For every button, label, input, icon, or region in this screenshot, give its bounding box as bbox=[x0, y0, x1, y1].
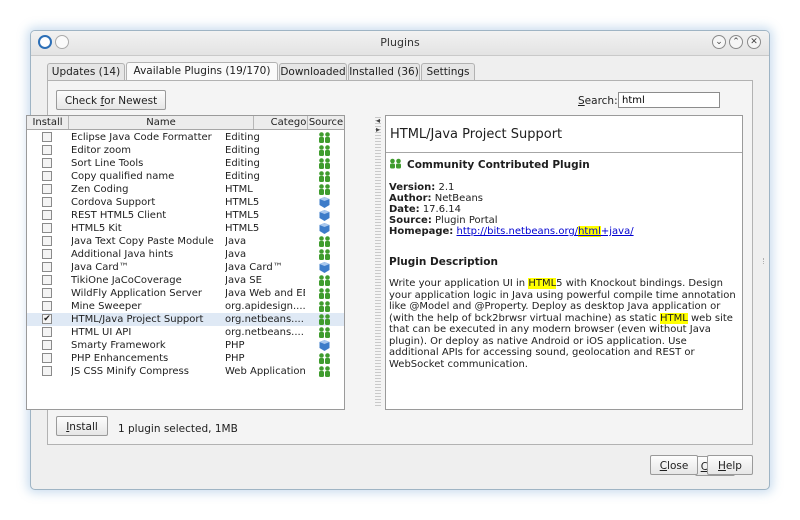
detail-date: Date: 17.6.14 bbox=[389, 204, 461, 215]
title-bar[interactable]: Plugins ⌄ ⌃ ✕ bbox=[31, 31, 769, 56]
description-heading: Plugin Description bbox=[389, 256, 498, 268]
maximize-icon[interactable]: ⌃ bbox=[729, 35, 743, 49]
column-header-source-cell: Source bbox=[307, 116, 344, 129]
detail-source: Source: Plugin Portal bbox=[389, 215, 498, 226]
tab-downloaded[interactable]: Downloaded bbox=[279, 63, 347, 80]
detail-title: HTML/Java Project Support bbox=[390, 127, 563, 142]
tab-available-plugins[interactable]: Available Plugins (19/170) bbox=[126, 62, 278, 81]
detail-homepage: Homepage: http://bits.netbeans.org/html+… bbox=[389, 226, 634, 237]
table-overlay: Source bbox=[26, 115, 345, 410]
tab-updates[interactable]: Updates (14) bbox=[47, 63, 125, 80]
check-for-newest-button[interactable]: Check for Newest bbox=[56, 90, 166, 110]
detail-version: Version: 2.1 bbox=[389, 182, 455, 193]
install-button[interactable]: Install bbox=[56, 416, 108, 436]
search-label: Search: bbox=[578, 95, 618, 107]
detail-badge: Community Contributed Plugin bbox=[389, 158, 590, 171]
split-pane-divider[interactable] bbox=[375, 115, 381, 408]
detail-header: HTML/Java Project Support bbox=[386, 116, 742, 153]
expand-right-icon[interactable]: ▸ bbox=[376, 126, 380, 134]
homepage-link[interactable]: http://bits.netbeans.org/html+java/ bbox=[456, 226, 634, 237]
help-button[interactable]: Help bbox=[707, 455, 753, 475]
collapse-left-icon[interactable]: ◂ bbox=[376, 117, 380, 125]
tab-installed[interactable]: Installed (36) bbox=[348, 63, 420, 80]
install-status: 1 plugin selected, 1MB bbox=[118, 423, 238, 435]
close-dialog-button[interactable]: Close bbox=[650, 455, 698, 475]
resize-grip[interactable] bbox=[763, 258, 767, 264]
community-plugin-icon bbox=[390, 158, 401, 169]
minimize-icon[interactable]: ⌄ bbox=[712, 35, 726, 49]
search-input[interactable] bbox=[618, 92, 720, 108]
plugin-detail-panel: HTML/Java Project Support Community Cont… bbox=[385, 115, 743, 410]
tab-settings[interactable]: Settings bbox=[421, 63, 475, 80]
window-title: Plugins bbox=[380, 36, 420, 49]
detail-author: Author: NetBeans bbox=[389, 193, 483, 204]
close-icon[interactable]: ✕ bbox=[747, 35, 761, 49]
plugin-description: Write your application UI in HTML5 with … bbox=[389, 278, 736, 370]
